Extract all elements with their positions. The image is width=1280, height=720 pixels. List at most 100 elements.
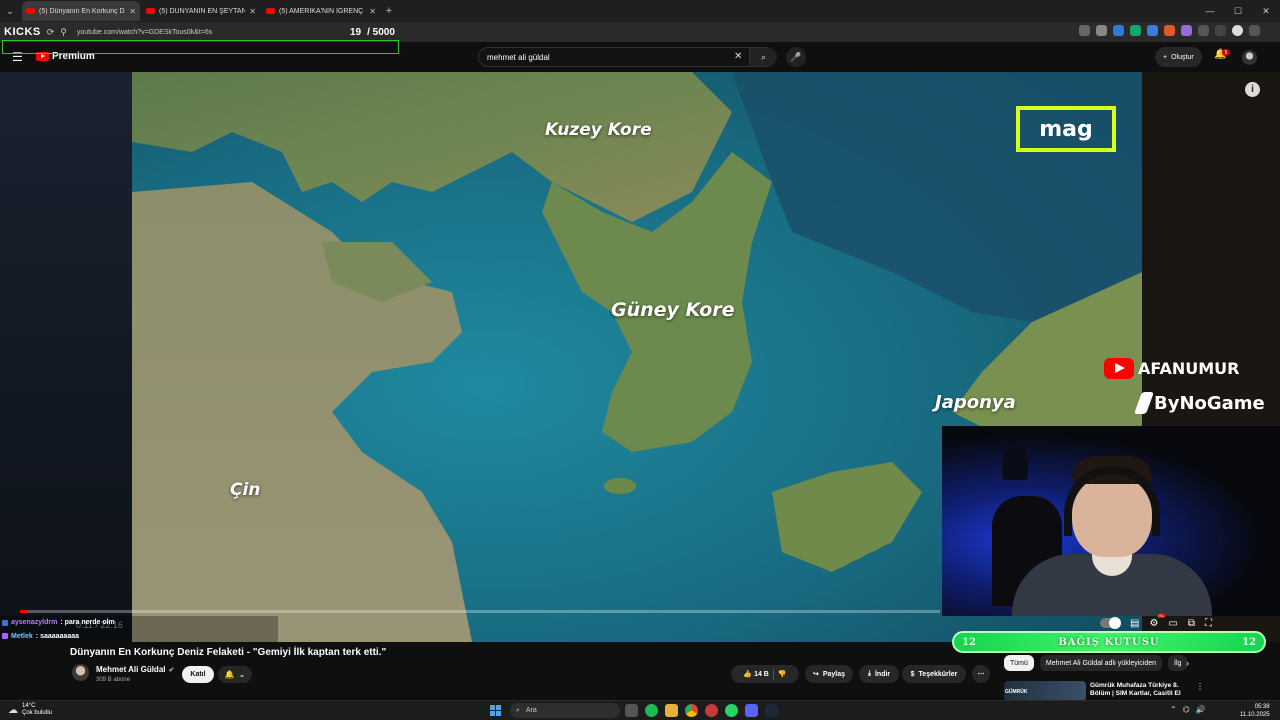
search-icon[interactable]: ⌕ xyxy=(749,48,777,66)
youtube-favicon-icon xyxy=(266,8,275,14)
microphone-icon[interactable]: 🎤 xyxy=(786,47,806,67)
recommended-video-thumbnail[interactable]: GÜMRÜK xyxy=(1004,681,1086,701)
windows-start-icon[interactable] xyxy=(490,705,501,716)
share-button[interactable]: ↪ Paylaş xyxy=(805,665,853,683)
chip-all[interactable]: Tümü xyxy=(1004,655,1034,671)
download-button[interactable]: ⤓ İndir xyxy=(859,665,899,683)
chip-from-uploader[interactable]: Mehmet Ali Güldal adlı yükleyiciden xyxy=(1039,655,1163,671)
donation-left-value: 12 xyxy=(962,636,976,648)
taskbar-apps xyxy=(625,704,778,717)
kicks-counter: 19 / 5000 xyxy=(350,22,395,42)
extension-icon[interactable] xyxy=(1130,25,1141,36)
taskbar-search[interactable]: ⌕ Ara xyxy=(510,703,620,718)
channel-avatar[interactable] xyxy=(72,664,89,681)
show-hidden-icons-icon[interactable]: ⌃ xyxy=(1170,705,1177,714)
file-explorer-icon[interactable] xyxy=(665,704,678,717)
tab-search-menu-icon[interactable]: ⌄ xyxy=(0,1,20,21)
close-tab-icon[interactable]: ✕ xyxy=(369,7,376,16)
close-tab-icon[interactable]: ✕ xyxy=(129,7,136,16)
info-icon[interactable]: i xyxy=(1245,82,1260,97)
notification-count-badge: 5 xyxy=(1222,49,1230,56)
counter-current: 19 xyxy=(350,26,362,38)
chrome-icon[interactable] xyxy=(685,704,698,717)
extension-icons xyxy=(1079,25,1260,36)
video-title: Dünyanın En Korkunç Deniz Felaketi - "Ge… xyxy=(70,647,387,658)
discord-icon[interactable] xyxy=(745,704,758,717)
download-icon[interactable] xyxy=(1215,25,1226,36)
join-button[interactable]: Katıl xyxy=(182,666,214,683)
tab-title: (5) DÜNYANIN EN ŞEYTANİ BA xyxy=(159,7,246,15)
subscriber-count: 309 B abone xyxy=(96,677,131,683)
search-input[interactable]: mehmet ali güldal xyxy=(487,53,550,62)
chevron-right-icon[interactable]: › xyxy=(1186,658,1189,668)
cast-icon[interactable]: ⧉ xyxy=(1188,618,1195,629)
extensions-puzzle-icon[interactable] xyxy=(1198,25,1209,36)
miniplayer-icon[interactable]: ▭ xyxy=(1168,618,1177,629)
chip-related[interactable]: İlg xyxy=(1168,655,1188,671)
opera-gx-icon[interactable] xyxy=(705,704,718,717)
spotify-icon[interactable] xyxy=(645,704,658,717)
autoplay-toggle[interactable] xyxy=(1100,617,1121,629)
cast-icon[interactable] xyxy=(1079,25,1090,36)
subscribed-bell-button[interactable]: 🔔 ⌄ xyxy=(218,666,252,683)
extension-icon[interactable] xyxy=(1147,25,1158,36)
weather-widget[interactable]: ☁ 14°C Çok bulutlu xyxy=(8,703,52,717)
volume-icon[interactable]: 🔊 xyxy=(1196,705,1206,714)
tab-title: (5) Dünyanın En Korkunç Deniz xyxy=(39,7,125,15)
webcam-lamp xyxy=(1002,446,1028,480)
subtitles-icon[interactable]: ▤ xyxy=(1130,618,1139,629)
chat-username[interactable]: Metlek xyxy=(11,633,33,640)
new-tab-button[interactable]: + xyxy=(380,5,398,17)
task-view-icon[interactable] xyxy=(625,704,638,717)
bookmark-star-icon[interactable] xyxy=(1096,25,1107,36)
video-progress-fill xyxy=(20,610,28,613)
player-controls: ▤ ⚙ HD ▭ ⧉ ⛶ xyxy=(1100,613,1212,629)
network-icon[interactable]: ⌬ xyxy=(1183,705,1190,714)
extension-icon[interactable] xyxy=(1181,25,1192,36)
video-progress-bar[interactable] xyxy=(20,610,940,613)
more-options-icon[interactable]: ⋮ xyxy=(1196,682,1204,691)
browser-tab-3[interactable]: (5) AMERİKA'NIN İĞRENÇ S*KS ✕ xyxy=(262,1,380,21)
counter-total: / 5000 xyxy=(367,26,395,38)
create-button[interactable]: + Oluştur xyxy=(1155,47,1202,67)
profile-avatar-icon[interactable] xyxy=(1232,25,1243,36)
extension-icon[interactable] xyxy=(1164,25,1175,36)
dislike-icon[interactable]: 👎 xyxy=(778,670,787,678)
fullscreen-icon[interactable]: ⛶ xyxy=(1205,618,1212,629)
cloud-icon: ☁ xyxy=(8,704,18,716)
channel-name[interactable]: Mehmet Ali Güldal ✔ xyxy=(96,665,174,674)
steam-icon[interactable] xyxy=(765,704,778,717)
reload-icon[interactable]: ⟳ xyxy=(47,27,55,38)
minimize-icon[interactable]: — xyxy=(1196,0,1224,22)
hd-badge: HD xyxy=(1157,613,1166,618)
settings-gear-icon[interactable]: ⚙ HD xyxy=(1149,613,1166,629)
chevron-down-icon: ⌄ xyxy=(238,670,246,679)
close-tab-icon[interactable]: ✕ xyxy=(249,7,256,16)
more-actions-icon[interactable]: ⋯ xyxy=(972,665,990,683)
system-clock[interactable]: 05:38 11.10.2025 xyxy=(1240,703,1270,719)
menu-dots-icon[interactable] xyxy=(1249,25,1260,36)
afanumur-sponsor-logo: AFANUMUR xyxy=(1104,358,1239,379)
donation-right-value: 12 xyxy=(1242,636,1256,648)
video-player[interactable]: Kuzey Kore Güney Kore Japonya Çin mag i … xyxy=(0,72,1280,642)
search-box[interactable]: mehmet ali güldal ✕ ⌕ xyxy=(478,47,777,67)
create-label: Oluştur xyxy=(1171,53,1194,61)
recommended-video-title[interactable]: Gümrük Muhafaza Türkiye 8. Bölüm | SIM K… xyxy=(1090,682,1190,700)
site-info-icon[interactable]: ⚲ xyxy=(60,27,67,38)
account-avatar[interactable] xyxy=(1242,50,1257,65)
like-button[interactable]: 👍 14 B xyxy=(743,670,768,678)
browser-tab-1[interactable]: (5) Dünyanın En Korkunç Deniz ✕ xyxy=(22,1,140,21)
close-window-icon[interactable]: ✕ xyxy=(1252,0,1280,22)
url-field[interactable]: youtube.com/watch?v=GDESkTous0k&t=6s xyxy=(77,29,212,36)
chat-message: aysenazyldrm: para nerde olm xyxy=(0,616,278,630)
clear-search-icon[interactable]: ✕ xyxy=(734,51,742,62)
thanks-button[interactable]: $ Teşekkürler xyxy=(902,665,966,683)
whatsapp-icon[interactable] xyxy=(725,704,738,717)
maximize-icon[interactable]: ☐ xyxy=(1224,0,1252,22)
thanks-icon: $ xyxy=(910,670,915,678)
extension-icon[interactable] xyxy=(1113,25,1124,36)
windows-taskbar: ☁ 14°C Çok bulutlu ⌕ Ara ⌃ ⌬ 🔊 05:38 11.… xyxy=(0,700,1280,720)
browser-tab-2[interactable]: (5) DÜNYANIN EN ŞEYTANİ BA ✕ xyxy=(142,1,260,21)
chat-username[interactable]: aysenazyldrm xyxy=(11,619,57,626)
download-label: İndir xyxy=(874,670,891,678)
